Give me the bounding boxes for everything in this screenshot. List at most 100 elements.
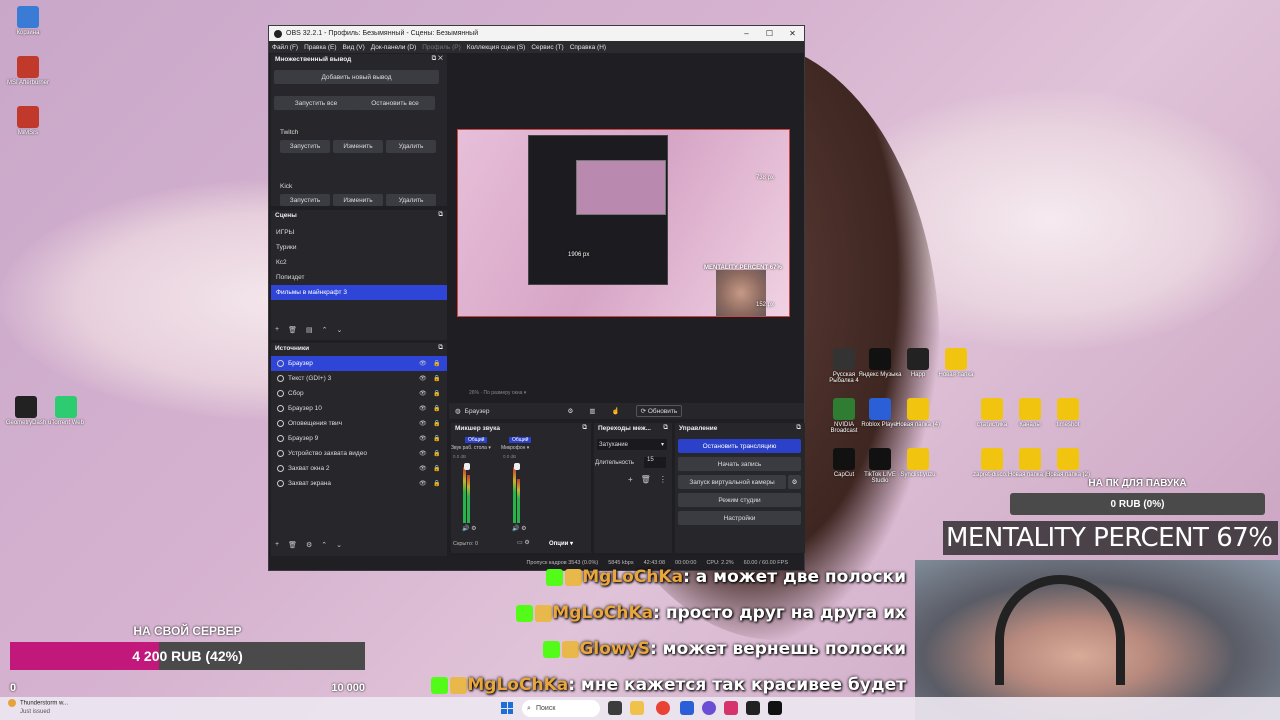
close-button[interactable]: ✕	[781, 29, 804, 38]
start-record-button[interactable]: Начать запись	[678, 457, 801, 471]
output-edit-button[interactable]: Изменить	[333, 194, 383, 206]
desktop-icon[interactable]: Новая папка	[934, 348, 978, 378]
visibility-icon[interactable]: 👁	[419, 420, 427, 427]
capcut-taskbar-icon[interactable]	[768, 701, 782, 715]
obs-taskbar-icon[interactable]	[702, 701, 716, 715]
source-item[interactable]: Захват экрана 👁 🔒	[271, 476, 447, 491]
dock-menu-icon[interactable]: ⧉	[438, 211, 443, 219]
desktop-icon[interactable]: Корзина	[6, 6, 50, 36]
lock-icon[interactable]: 🔒	[433, 405, 440, 412]
taskbar-app-icon[interactable]	[608, 701, 622, 715]
source-properties-icon[interactable]: ⚙	[306, 541, 312, 549]
lock-icon[interactable]: 🔒	[433, 420, 440, 427]
properties-icon[interactable]: ⚙	[567, 407, 573, 415]
move-down-icon[interactable]: ⌄	[336, 326, 342, 334]
scene-item[interactable]: Попиздет	[271, 270, 447, 285]
start-all-button[interactable]: Запустить все	[274, 96, 358, 110]
remove-transition-icon[interactable]: 🗑	[641, 475, 651, 484]
add-output-button[interactable]: Добавить новый вывод	[274, 70, 439, 84]
add-source-icon[interactable]: +	[275, 541, 279, 549]
virtual-camera-button[interactable]: Запуск виртуальной камеры	[678, 475, 786, 489]
taskbar-app-icon[interactable]	[680, 701, 694, 715]
source-item[interactable]: Сбор 👁 🔒	[271, 386, 447, 401]
close-dock-icon[interactable]: ⧉ ✕	[432, 55, 443, 63]
visibility-icon[interactable]: 👁	[419, 450, 427, 457]
minimize-button[interactable]: –	[735, 29, 758, 38]
move-up-icon[interactable]: ⌃	[321, 541, 327, 549]
visibility-icon[interactable]: 👁	[419, 390, 427, 397]
channel-name[interactable]: Микрофон ▾	[501, 445, 529, 451]
maximize-button[interactable]: ☐	[758, 29, 781, 38]
output-start-button[interactable]: Запустить	[280, 194, 330, 206]
dock-menu-icon[interactable]: ⧉	[438, 344, 443, 352]
source-item[interactable]: Захват окна 2 👁 🔒	[271, 461, 447, 476]
taskbar-search[interactable]: ⌕ Поиск	[522, 700, 600, 717]
visibility-icon[interactable]: 👁	[419, 375, 427, 382]
scene-item[interactable]: Фильмы в майнкрафт 3	[271, 285, 447, 300]
interact-icon[interactable]: ☝	[611, 407, 619, 415]
source-item[interactable]: Браузер 10 👁 🔒	[271, 401, 447, 416]
desktop-icon[interactable]: timeshot	[1046, 398, 1090, 428]
weather-widget[interactable]: Thunderstorm w... Just issued	[8, 699, 68, 716]
menu-item[interactable]: Сервис (T)	[531, 44, 563, 51]
move-up-icon[interactable]: ⌃	[322, 326, 328, 334]
preview-canvas[interactable]: 738 px 1906 px MENTALITY PERCENT 67% 152…	[457, 129, 790, 317]
output-delete-button[interactable]: Удалить	[386, 140, 436, 153]
lock-icon[interactable]: 🔒	[433, 480, 440, 487]
dock-menu-icon[interactable]: ⧉	[663, 424, 668, 432]
taskbar-app-icon[interactable]	[724, 701, 738, 715]
lock-icon[interactable]: 🔒	[433, 465, 440, 472]
visibility-icon[interactable]: 👁	[419, 360, 427, 367]
mixer-layout-icon[interactable]: ▭ ⚙	[517, 539, 530, 546]
refresh-button[interactable]: ⟳ Обновить	[635, 405, 683, 417]
source-item[interactable]: Оповещения твич 👁 🔒	[271, 416, 447, 431]
studio-mode-button[interactable]: Режим студии	[678, 493, 801, 507]
menu-item[interactable]: Справка (H)	[570, 44, 606, 51]
source-item[interactable]: Браузер 👁 🔒	[271, 356, 447, 371]
mixer-options-button[interactable]: Опции ▾	[549, 540, 573, 547]
mute-icon[interactable]: 🔊 ⚙	[512, 525, 527, 532]
start-button[interactable]	[501, 702, 513, 714]
visibility-icon[interactable]: 👁	[419, 405, 427, 412]
dock-menu-icon[interactable]: ⧉	[582, 424, 587, 432]
desktop-icon[interactable]: MSI Afterburner	[6, 56, 50, 86]
scene-item[interactable]: Кс2	[271, 255, 447, 270]
mute-icon[interactable]: 🔊 ⚙	[462, 525, 477, 532]
visibility-icon[interactable]: 👁	[419, 480, 427, 487]
lock-icon[interactable]: 🔒	[433, 450, 440, 457]
menu-item[interactable]: Вид (V)	[343, 44, 365, 51]
menu-item[interactable]: Профиль (P)	[422, 44, 461, 51]
remove-source-icon[interactable]: 🗑	[288, 541, 297, 549]
more-icon[interactable]: ⋮	[659, 475, 667, 484]
duration-input[interactable]: 15	[644, 457, 666, 468]
source-item[interactable]: Браузер 9 👁 🔒	[271, 431, 447, 446]
chrome-icon[interactable]	[656, 701, 670, 715]
lock-icon[interactable]: 🔒	[433, 360, 440, 367]
desktop-icon[interactable]: Новая папка (2)	[1046, 448, 1090, 478]
lock-icon[interactable]: 🔒	[433, 435, 440, 442]
desktop-icon[interactable]: uTorrent Web	[44, 396, 88, 426]
output-delete-button[interactable]: Удалить	[386, 194, 436, 206]
menu-item[interactable]: Правка (E)	[304, 44, 336, 51]
desktop-icon[interactable]: Новая папка (4)	[896, 398, 940, 428]
source-item[interactable]: Устройство захвата видео 👁 🔒	[271, 446, 447, 461]
volume-slider[interactable]	[464, 463, 470, 470]
add-scene-icon[interactable]: +	[275, 326, 279, 334]
taskbar-app-icon[interactable]	[746, 701, 760, 715]
add-transition-icon[interactable]: +	[628, 475, 633, 484]
file-explorer-icon[interactable]	[630, 701, 644, 715]
menu-item[interactable]: Док-панели (D)	[371, 44, 416, 51]
remove-scene-icon[interactable]: 🗑	[288, 326, 297, 334]
menu-item[interactable]: Коллекция сцен (S)	[467, 44, 526, 51]
settings-button[interactable]: Настройки	[678, 511, 801, 525]
dock-menu-icon[interactable]: ⧉	[796, 424, 801, 432]
visibility-icon[interactable]: 👁	[419, 435, 427, 442]
desktop-icon[interactable]: Synclist.yuzu	[896, 448, 940, 478]
virtual-camera-settings-icon[interactable]: ⚙	[788, 475, 801, 489]
channel-name[interactable]: Звук раб. стола ▾	[451, 445, 491, 451]
stop-all-button[interactable]: Остановить все	[355, 96, 435, 110]
filters-icon[interactable]: ▥	[589, 407, 595, 415]
desktop-icon[interactable]: GeometryDash	[4, 396, 48, 426]
scene-item[interactable]: Турики	[271, 240, 447, 255]
output-start-button[interactable]: Запустить	[280, 140, 330, 153]
